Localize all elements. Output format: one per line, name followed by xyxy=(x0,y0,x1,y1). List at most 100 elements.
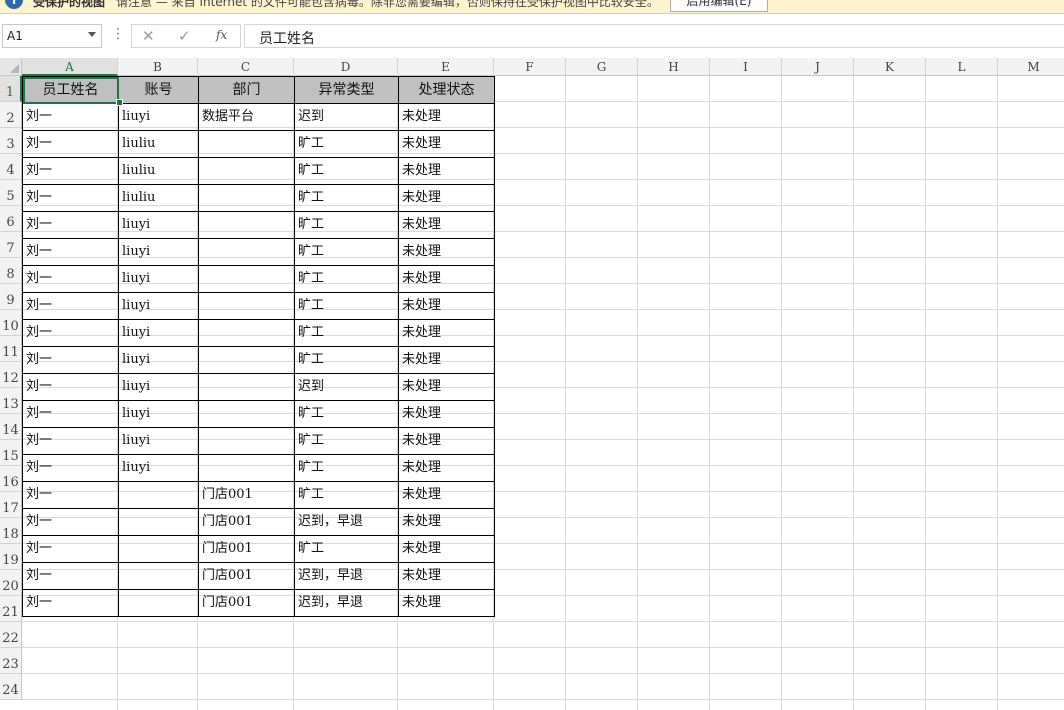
table-cell[interactable] xyxy=(118,535,199,563)
table-cell[interactable]: 刘一 xyxy=(22,211,119,239)
table-cell[interactable]: 迟到，早退 xyxy=(294,589,399,617)
insert-function-icon[interactable]: fx xyxy=(216,28,227,42)
header-cell[interactable]: 处理状态 xyxy=(398,76,495,104)
header-cell[interactable]: 部门 xyxy=(198,76,295,104)
row-header[interactable]: 3 xyxy=(0,128,22,154)
table-cell[interactable]: liuyi xyxy=(118,346,199,374)
table-cell[interactable]: 旷工 xyxy=(294,292,399,320)
row-header[interactable]: 16 xyxy=(0,466,22,492)
table-cell[interactable]: 未处理 xyxy=(398,157,495,185)
table-cell[interactable]: 刘一 xyxy=(22,427,119,455)
table-cell[interactable]: 刘一 xyxy=(22,589,119,617)
column-header[interactable]: D xyxy=(294,58,398,76)
column-header[interactable]: J xyxy=(782,58,854,76)
table-cell[interactable]: 未处理 xyxy=(398,238,495,266)
table-cell[interactable]: liuyi xyxy=(118,373,199,401)
table-cell[interactable]: 刘一 xyxy=(22,238,119,266)
column-header[interactable]: I xyxy=(710,58,782,76)
enable-editing-button[interactable]: 启用编辑(E) xyxy=(670,0,768,12)
table-cell[interactable]: 未处理 xyxy=(398,400,495,428)
table-cell[interactable]: 旷工 xyxy=(294,400,399,428)
table-cell[interactable] xyxy=(198,292,295,320)
table-cell[interactable]: liuliu xyxy=(118,184,199,212)
table-cell[interactable]: 旷工 xyxy=(294,535,399,563)
table-cell[interactable]: 未处理 xyxy=(398,427,495,455)
table-cell[interactable]: 刘一 xyxy=(22,346,119,374)
row-header[interactable]: 10 xyxy=(0,310,22,336)
table-cell[interactable]: 未处理 xyxy=(398,346,495,374)
table-cell[interactable]: 数据平台 xyxy=(198,103,295,131)
table-cell[interactable]: 刘一 xyxy=(22,319,119,347)
row-header[interactable]: 11 xyxy=(0,336,22,362)
table-cell[interactable]: liuyi xyxy=(118,427,199,455)
row-header[interactable]: 17 xyxy=(0,492,22,518)
table-cell[interactable]: 旷工 xyxy=(294,319,399,347)
spreadsheet-grid[interactable]: ABCDEFGHIJKLM 1 2 3 4 5 6 7 8 9 10 11 12 13 14 15 16 17 1… xyxy=(0,58,1064,710)
table-cell[interactable]: 旷工 xyxy=(294,238,399,266)
table-cell[interactable]: 刘一 xyxy=(22,184,119,212)
table-cell[interactable] xyxy=(198,265,295,293)
table-cell[interactable] xyxy=(198,373,295,401)
row-header[interactable]: 22 xyxy=(0,622,22,648)
table-cell[interactable]: 门店001 xyxy=(198,481,295,509)
more-options-icon[interactable]: ⋮ xyxy=(111,26,125,42)
enter-icon[interactable]: ✓ xyxy=(178,27,191,45)
formula-input[interactable]: 员工姓名 xyxy=(244,24,1064,48)
table-cell[interactable]: 未处理 xyxy=(398,292,495,320)
name-box[interactable]: A1 xyxy=(2,24,102,48)
table-cell[interactable]: 门店001 xyxy=(198,562,295,590)
table-cell[interactable]: liuyi xyxy=(118,292,199,320)
row-header[interactable]: 2 xyxy=(0,102,22,128)
table-cell[interactable]: liuliu xyxy=(118,130,199,158)
table-cell[interactable]: liuyi xyxy=(118,238,199,266)
header-cell[interactable]: 员工姓名 xyxy=(22,76,119,104)
column-header[interactable]: C xyxy=(198,58,294,76)
row-header[interactable]: 9 xyxy=(0,284,22,310)
table-cell[interactable]: liuyi xyxy=(118,400,199,428)
row-header[interactable]: 21 xyxy=(0,596,22,622)
table-cell[interactable]: 旷工 xyxy=(294,211,399,239)
table-cell[interactable]: 迟到，早退 xyxy=(294,562,399,590)
column-header[interactable]: L xyxy=(926,58,998,76)
table-cell[interactable]: 刘一 xyxy=(22,481,119,509)
column-header[interactable]: A xyxy=(22,58,118,76)
header-cell[interactable]: 账号 xyxy=(118,76,199,104)
row-header[interactable]: 13 xyxy=(0,388,22,414)
table-cell[interactable]: 未处理 xyxy=(398,103,495,131)
table-cell[interactable]: 刘一 xyxy=(22,292,119,320)
table-cell[interactable]: 门店001 xyxy=(198,589,295,617)
row-header[interactable]: 23 xyxy=(0,648,22,674)
table-cell[interactable]: liuyi xyxy=(118,454,199,482)
table-cell[interactable]: 刘一 xyxy=(22,454,119,482)
table-cell[interactable] xyxy=(198,130,295,158)
table-cell[interactable]: 门店001 xyxy=(198,508,295,536)
table-cell[interactable]: 旷工 xyxy=(294,346,399,374)
table-cell[interactable]: liuliu xyxy=(118,157,199,185)
table-cell[interactable]: 刘一 xyxy=(22,265,119,293)
table-cell[interactable]: 未处理 xyxy=(398,265,495,293)
table-cell[interactable]: 刘一 xyxy=(22,373,119,401)
column-header[interactable]: G xyxy=(566,58,638,76)
table-cell[interactable]: liuyi xyxy=(118,211,199,239)
row-header[interactable]: 14 xyxy=(0,414,22,440)
row-header[interactable]: 1 xyxy=(0,76,22,102)
table-cell[interactable]: 刘一 xyxy=(22,400,119,428)
table-cell[interactable] xyxy=(118,589,199,617)
table-cell[interactable]: 未处理 xyxy=(398,130,495,158)
table-cell[interactable] xyxy=(198,319,295,347)
column-header[interactable]: F xyxy=(494,58,566,76)
row-header[interactable]: 5 xyxy=(0,180,22,206)
table-cell[interactable]: 未处理 xyxy=(398,319,495,347)
table-cell[interactable]: 门店001 xyxy=(198,535,295,563)
row-header[interactable]: 8 xyxy=(0,258,22,284)
table-cell[interactable] xyxy=(198,238,295,266)
table-cell[interactable]: 未处理 xyxy=(398,508,495,536)
table-cell[interactable]: 旷工 xyxy=(294,454,399,482)
row-header[interactable]: 15 xyxy=(0,440,22,466)
table-cell[interactable]: 未处理 xyxy=(398,184,495,212)
column-header[interactable]: M xyxy=(998,58,1064,76)
table-cell[interactable]: 刘一 xyxy=(22,535,119,563)
table-cell[interactable]: 迟到 xyxy=(294,373,399,401)
table-cell[interactable]: 刘一 xyxy=(22,103,119,131)
table-cell[interactable] xyxy=(118,562,199,590)
